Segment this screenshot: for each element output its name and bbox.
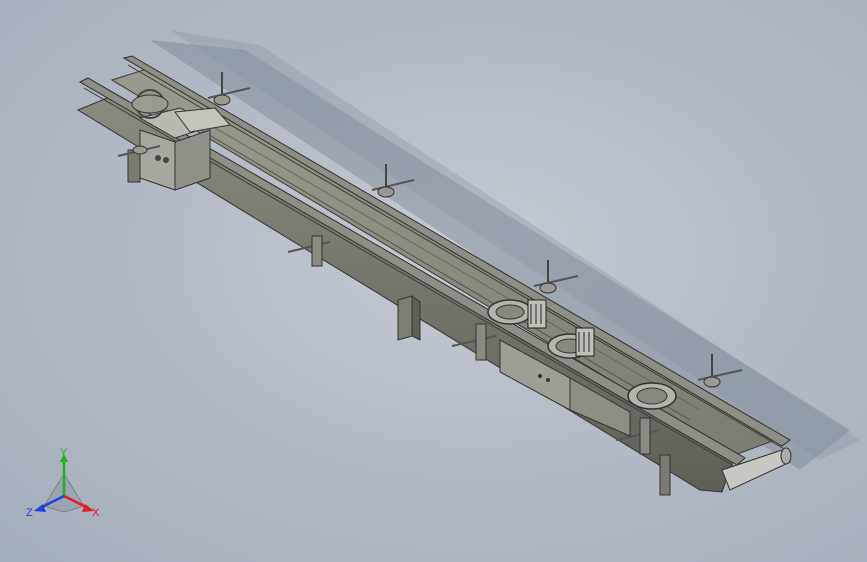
z-axis-label: Z [26,507,33,519]
cad-3d-viewport[interactable]: Y X Z [0,0,867,562]
y-axis-label: Y [60,447,68,459]
ring-pocket-1 [487,299,533,325]
cylinder-1 [527,299,547,329]
ring-pocket-3 [627,382,677,410]
support-leg-1 [397,295,421,341]
model-shadow [150,30,860,470]
conveyor-model[interactable] [0,0,867,562]
axis-triad: Y X Z [26,447,100,519]
x-axis-label: X [92,507,100,519]
cylinder-2 [575,327,595,357]
back-guide-rail [122,55,791,447]
